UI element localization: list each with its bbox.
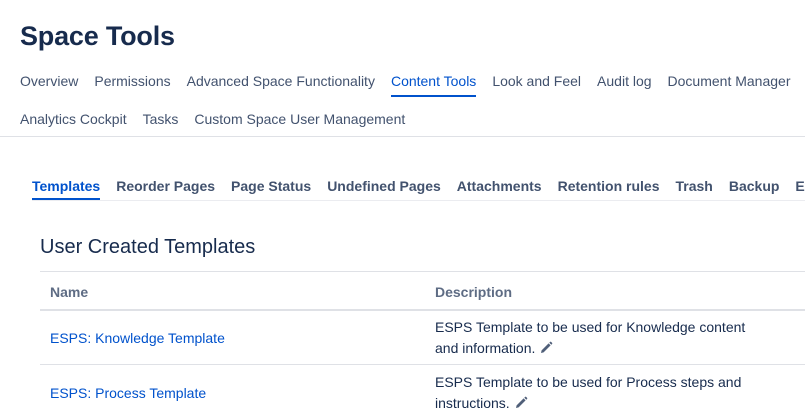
nav-content-tools[interactable]: Content Tools (390, 71, 477, 97)
template-description-text: ESPS Template to be used for Process ste… (435, 374, 742, 411)
space-tools-nav: Overview Permissions Advanced Space Functi… (20, 71, 805, 97)
tab-export[interactable]: Export (795, 176, 805, 200)
row-divider (40, 364, 805, 365)
template-description: ESPS Template to be used for Knowledge c… (435, 317, 765, 361)
template-description: ESPS Template to be used for Process ste… (435, 372, 765, 416)
tab-retention-rules[interactable]: Retention rules (558, 176, 660, 200)
column-header-description: Description (435, 284, 513, 300)
table-row: ESPS: Knowledge Template ESPS Template t… (40, 311, 805, 365)
page-title: Space Tools (20, 21, 175, 51)
nav-document-manager[interactable]: Document Manager (668, 71, 791, 97)
nav-overview[interactable]: Overview (20, 71, 78, 97)
tab-trash[interactable]: Trash (675, 176, 712, 200)
pencil-icon[interactable] (539, 340, 553, 361)
tab-attachments[interactable]: Attachments (457, 176, 542, 200)
nav-custom-space-user-management[interactable]: Custom Space User Management (194, 109, 405, 135)
column-header-name: Name (50, 284, 89, 300)
template-link[interactable]: ESPS: Process Template (50, 384, 206, 402)
section-title: User Created Templates (40, 236, 256, 258)
nav-audit-log[interactable]: Audit log (597, 71, 651, 97)
template-link[interactable]: ESPS: Knowledge Template (50, 329, 225, 347)
nav-look-and-feel[interactable]: Look and Feel (492, 71, 581, 97)
tab-templates[interactable]: Templates (32, 176, 101, 200)
nav-tasks[interactable]: Tasks (143, 109, 179, 135)
template-description-text: ESPS Template to be used for Knowledge c… (435, 319, 746, 356)
space-tools-nav-row2: Analytics Cockpit Tasks Custom Space User … (20, 109, 421, 135)
tab-page-status[interactable]: Page Status (231, 176, 311, 200)
nav-analytics-cockpit[interactable]: Analytics Cockpit (20, 109, 127, 135)
content-tools-tabs: Templates Reorder Pages Page Status Undefin… (32, 176, 805, 200)
tab-undefined-pages[interactable]: Undefined Pages (327, 176, 441, 200)
tab-reorder-pages[interactable]: Reorder Pages (116, 176, 215, 200)
tab-backup[interactable]: Backup (729, 176, 780, 200)
nav-advanced-space-functionality[interactable]: Advanced Space Functionality (187, 71, 375, 97)
nav-divider (0, 136, 805, 137)
tabs-divider (32, 200, 805, 201)
table-top-border (40, 271, 805, 272)
pencil-icon[interactable] (514, 395, 528, 416)
table-row: ESPS: Process Template ESPS Template to … (40, 366, 805, 420)
nav-permissions[interactable]: Permissions (94, 71, 170, 97)
